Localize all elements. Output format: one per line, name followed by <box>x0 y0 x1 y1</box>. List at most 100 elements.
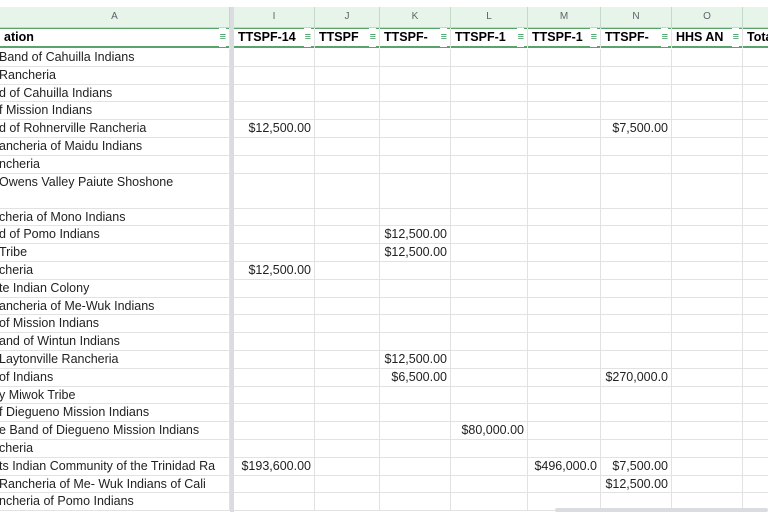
amount-cell-l[interactable] <box>451 457 528 475</box>
amount-cell-m[interactable] <box>528 49 601 66</box>
amount-cell-l[interactable] <box>451 84 528 102</box>
column-letter-n[interactable]: N <box>601 7 672 28</box>
filter-icon[interactable]: ≡ <box>589 28 597 47</box>
amount-cell-l[interactable] <box>451 493 528 511</box>
amount-cell-p[interactable] <box>743 85 768 102</box>
amount-cell-k[interactable] <box>380 173 451 208</box>
amount-cell-k[interactable] <box>380 138 451 155</box>
amount-cell-k[interactable] <box>380 315 451 333</box>
amount-cell-o[interactable] <box>672 262 743 279</box>
amount-cell-k[interactable] <box>380 84 451 102</box>
header-cell-p[interactable]: Tota <box>743 28 768 48</box>
amount-cell-n[interactable] <box>601 244 672 261</box>
amount-cell-k[interactable] <box>380 262 451 279</box>
amount-cell-m[interactable] <box>528 120 601 137</box>
amount-cell-p[interactable] <box>743 280 768 297</box>
amount-cell-j[interactable] <box>315 155 380 173</box>
amount-cell-n[interactable] <box>601 155 672 173</box>
amount-cell-p[interactable] <box>743 476 768 493</box>
filter-icon[interactable]: ≡ <box>660 28 668 47</box>
amount-cell-i[interactable] <box>234 279 315 297</box>
amount-cell-p[interactable] <box>743 315 768 332</box>
amount-cell-n[interactable]: $270,000.0 <box>601 368 672 386</box>
amount-cell-o[interactable] <box>672 102 743 120</box>
organization-name-cell[interactable]: ancheria of Me-Wuk Indians <box>0 297 230 315</box>
amount-cell-n[interactable]: $7,500.00 <box>601 457 672 475</box>
amount-cell-m[interactable] <box>528 279 601 297</box>
amount-cell-p[interactable] <box>743 174 768 208</box>
amount-cell-i[interactable] <box>234 173 315 208</box>
amount-cell-l[interactable] <box>451 440 528 457</box>
amount-cell-i[interactable] <box>234 493 315 511</box>
amount-cell-o[interactable] <box>672 440 743 457</box>
header-cell-i[interactable]: TTSPF-14 ≡ <box>234 28 315 48</box>
amount-cell-l[interactable] <box>451 208 528 226</box>
organization-name-cell[interactable]: and of Wintun Indians <box>0 333 230 350</box>
amount-cell-m[interactable] <box>528 440 601 457</box>
amount-cell-l[interactable]: $80,000.00 <box>451 422 528 439</box>
filter-icon[interactable]: ≡ <box>516 28 524 47</box>
amount-cell-n[interactable] <box>601 279 672 297</box>
amount-cell-i[interactable] <box>234 49 315 66</box>
amount-cell-m[interactable] <box>528 226 601 244</box>
amount-cell-m[interactable] <box>528 102 601 120</box>
organization-name-cell[interactable]: of Mission Indians <box>0 315 230 333</box>
amount-cell-m[interactable] <box>528 475 601 493</box>
organization-name-cell[interactable]: ncheria of Pomo Indians <box>0 493 230 511</box>
amount-cell-k[interactable]: $12,500.00 <box>380 351 451 368</box>
amount-cell-o[interactable] <box>672 315 743 333</box>
header-cell-j[interactable]: TTSPF ≡ <box>315 28 380 48</box>
amount-cell-n[interactable] <box>601 49 672 66</box>
amount-cell-m[interactable] <box>528 84 601 102</box>
header-cell-k[interactable]: TTSPF- ≡ <box>380 28 451 48</box>
amount-cell-k[interactable] <box>380 279 451 297</box>
amount-cell-j[interactable] <box>315 404 380 422</box>
amount-cell-i[interactable]: $12,500.00 <box>234 262 315 279</box>
amount-cell-l[interactable] <box>451 351 528 368</box>
amount-cell-m[interactable] <box>528 138 601 155</box>
header-cell-n[interactable]: TTSPF- ≡ <box>601 28 672 48</box>
amount-cell-j[interactable] <box>315 208 380 226</box>
amount-cell-k[interactable] <box>380 120 451 137</box>
amount-cell-i[interactable]: $193,600.00 <box>234 457 315 475</box>
amount-cell-m[interactable] <box>528 208 601 226</box>
amount-cell-n[interactable]: $7,500.00 <box>601 120 672 137</box>
amount-cell-n[interactable] <box>601 138 672 155</box>
amount-cell-l[interactable] <box>451 386 528 404</box>
header-cell-a[interactable]: ation ≡ <box>0 28 230 48</box>
amount-cell-n[interactable] <box>601 297 672 315</box>
amount-cell-o[interactable] <box>672 226 743 244</box>
amount-cell-j[interactable] <box>315 493 380 511</box>
amount-cell-k[interactable] <box>380 422 451 439</box>
amount-cell-i[interactable] <box>234 315 315 333</box>
amount-cell-m[interactable] <box>528 404 601 422</box>
amount-cell-k[interactable] <box>380 475 451 493</box>
amount-cell-p[interactable] <box>743 262 768 279</box>
amount-cell-o[interactable] <box>672 279 743 297</box>
amount-cell-n[interactable] <box>601 262 672 279</box>
organization-name-cell[interactable]: of Indians <box>0 368 230 386</box>
amount-cell-k[interactable] <box>380 49 451 66</box>
amount-cell-k[interactable] <box>380 155 451 173</box>
header-cell-l[interactable]: TTSPF-1 ≡ <box>451 28 528 48</box>
amount-cell-i[interactable]: $12,500.00 <box>234 120 315 137</box>
amount-cell-j[interactable] <box>315 315 380 333</box>
amount-cell-m[interactable]: $496,000.0 <box>528 457 601 475</box>
amount-cell-l[interactable] <box>451 404 528 422</box>
amount-cell-o[interactable] <box>672 49 743 66</box>
amount-cell-p[interactable] <box>743 387 768 404</box>
amount-cell-n[interactable] <box>601 102 672 120</box>
amount-cell-o[interactable] <box>672 333 743 350</box>
amount-cell-j[interactable] <box>315 262 380 279</box>
amount-cell-k[interactable] <box>380 66 451 84</box>
organization-name-cell[interactable]: y Miwok Tribe <box>0 386 230 404</box>
amount-cell-j[interactable] <box>315 279 380 297</box>
amount-cell-o[interactable] <box>672 120 743 137</box>
amount-cell-j[interactable] <box>315 49 380 66</box>
amount-cell-m[interactable] <box>528 351 601 368</box>
amount-cell-o[interactable] <box>672 422 743 439</box>
amount-cell-i[interactable] <box>234 102 315 120</box>
amount-cell-l[interactable] <box>451 368 528 386</box>
amount-cell-k[interactable]: $12,500.00 <box>380 226 451 244</box>
organization-name-cell[interactable]: f Mission Indians <box>0 102 230 120</box>
